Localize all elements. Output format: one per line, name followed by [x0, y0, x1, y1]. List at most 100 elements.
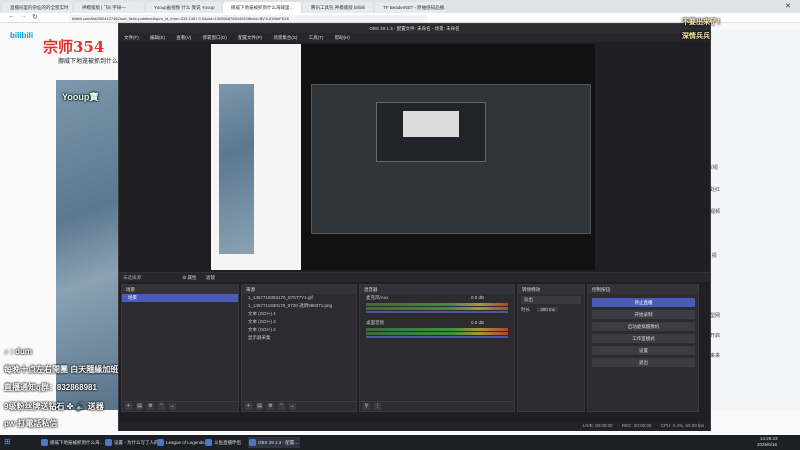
volume-slider[interactable] [366, 336, 508, 338]
stop-streaming-button[interactable]: 停止直播 [592, 298, 695, 307]
browser-tab[interactable]: 直播间里的杂仙的的全程实时 [2, 2, 72, 13]
overlay-top-right-2: 深情兵兵 [682, 33, 710, 40]
down-icon[interactable]: ⌄ [169, 403, 176, 410]
source-item-label: 文本 (GDI+) 2 [248, 327, 276, 332]
sources-dock-title: 来源 [242, 285, 356, 294]
sources-dock: 来源 1_1467719393170_07ST7Y1.gif 1_1467711… [241, 284, 357, 412]
forward-icon[interactable]: → [20, 13, 27, 20]
preview-video-thumb [219, 84, 254, 254]
taskbar-item[interactable]: 设置 - 为什么写了人的… [104, 437, 163, 448]
channel-overlay-logo: 宗师354 [43, 38, 105, 56]
obs-status-bar: LIVE: 00:00:00 REC: 00:00:00 CPU: 0.4%, … [119, 421, 710, 431]
virtual-camera-button[interactable]: 启动虚拟摄像机 [592, 322, 695, 331]
properties-button[interactable]: ⚙ 属性 [182, 275, 196, 280]
transition-duration: 时长 300 ms [518, 306, 584, 314]
scene-item[interactable]: 场景 [122, 294, 238, 302]
menu-help[interactable]: 帮助(H) [335, 35, 350, 40]
controls-dock: 控制按钮 停止直播 开始录制 启动虚拟摄像机 工作室模式 设置 退出 [587, 284, 699, 412]
source-item[interactable]: 文本 (GDI+) 2 [242, 326, 356, 334]
overlay-notice: 直播通知q群：832868981 [4, 383, 97, 392]
taskbar-item-active[interactable]: OBS 29.1.3 - 配置… [248, 437, 300, 448]
no-source-selected-label: 未选择源 [123, 275, 141, 280]
menu-docks[interactable]: 停靠窗口(D) [203, 35, 227, 40]
volume-slider[interactable] [366, 311, 508, 313]
transition-select[interactable]: 淡出 [521, 296, 581, 304]
gear-icon[interactable]: ⚙ [267, 403, 274, 410]
up-icon[interactable]: ⌃ [278, 403, 285, 410]
mixer-db-value: 0.0 dB [470, 295, 484, 300]
back-icon[interactable]: ← [8, 13, 15, 20]
scenes-dock: 场景 场景 + ▤ ⚙ ⌃ ⌄ [121, 284, 239, 412]
address-bar-row: ← → ↻ bilibili.com/list/4524127462sort_f… [0, 13, 800, 23]
menu-view[interactable]: 查看(V) [176, 35, 191, 40]
transitions-dock: 转场特效 淡出 时长 300 ms [517, 284, 585, 412]
settings-button[interactable]: 设置 [592, 346, 695, 355]
filters-button[interactable]: 滤镜 [206, 275, 215, 280]
source-item[interactable]: 文本 (GDI+) 3 [242, 318, 356, 326]
cpu-fps: CPU: 0.4%, 60.00 fps [660, 423, 704, 428]
mixer-channel-label: 麦克风/Aux 0.0 dB [366, 295, 484, 300]
link-icon[interactable]: ⚲ [363, 403, 370, 410]
exit-button[interactable]: 退出 [592, 358, 695, 367]
source-item-label: 1_1467711930170_0720-透明998371.png [248, 303, 332, 308]
url-input[interactable]: bilibili.com/list/4524127462sort_field=p… [68, 15, 428, 22]
audio-meter [366, 303, 508, 306]
menu-tools[interactable]: 工具(T) [309, 35, 324, 40]
obs-menu-bar: 文件(F) 编辑(E) 查看(V) 停靠窗口(D) 配置文件(P) 场景集合(S… [119, 33, 710, 42]
browser-tab[interactable]: TF BeaderNET - 原抽感知品播… [375, 2, 445, 13]
overlay-tiktok: ♪ : dum [4, 347, 32, 356]
down-icon[interactable]: ⌄ [289, 403, 296, 410]
browser-tab[interactable]: 腾讯工具包 神模版版 bilibili [303, 2, 373, 13]
studio-mode-button[interactable]: 工作室模式 [592, 334, 695, 343]
menu-edit[interactable]: 编辑(E) [150, 35, 165, 40]
menu-file[interactable]: 文件(F) [124, 35, 139, 40]
duration-input[interactable]: 300 ms [537, 307, 559, 312]
overlay-pw: pw 打電話私信 [4, 419, 58, 428]
source-item-label: 显示器采集 [248, 335, 271, 340]
menu-profile[interactable]: 配置文件(P) [238, 35, 262, 40]
overlay-top-right: 不要出來了！ [682, 19, 724, 26]
scenes-toolbar: + ▤ ⚙ ⌃ ⌄ [122, 401, 238, 411]
transitions-dock-title: 转场特效 [518, 285, 584, 294]
bilibili-logo[interactable]: bilibili [10, 31, 33, 40]
nested-obs-capture-3 [401, 109, 461, 139]
browser-tab[interactable]: Yooup画视频 什么 我说 Yooup [146, 2, 221, 13]
source-item[interactable]: 文本 (GDI+) 4 [242, 310, 356, 318]
up-icon[interactable]: ⌃ [158, 403, 165, 410]
source-item[interactable]: 1_1467719393170_07ST7Y1.gif [242, 294, 356, 302]
rec-timer: REC: 00:00:00 [621, 423, 652, 428]
menu-icon[interactable]: ⋮ [374, 403, 381, 410]
trash-icon[interactable]: ▤ [256, 403, 263, 410]
audio-meter [366, 332, 508, 335]
browser-tab-active[interactable]: 挪威下地笼被抓到什么海域里… [223, 2, 301, 13]
add-icon[interactable]: + [125, 403, 132, 410]
clock-time: 14:28:23 [760, 436, 778, 441]
menu-scene-collection[interactable]: 场景集合(S) [273, 35, 297, 40]
browser-tab-strip: 直播间里的杂仙的的全程实时 神模版版 | 飞ili 宇研一 Yooup画视频 什… [0, 0, 800, 13]
mixer-dock-title: 混音器 [360, 285, 514, 294]
mixer-channel-label: 桌面音频 0.0 dB [366, 320, 484, 325]
mixer-dock: 混音器 麦克风/Aux 0.0 dB 桌面音频 0.0 dB ⚲ ⋮ [359, 284, 515, 412]
source-item[interactable]: 显示器采集 [242, 334, 356, 342]
close-icon[interactable]: ✕ [785, 2, 791, 10]
windows-start-icon[interactable]: ⊞ [4, 437, 11, 446]
add-icon[interactable]: + [245, 403, 252, 410]
clock-date: 2025/6/16 [757, 442, 778, 447]
trash-icon[interactable]: ▤ [136, 403, 143, 410]
browser-tab[interactable]: 神模版版 | 飞ili 宇研一 [74, 2, 144, 13]
live-timer: LIVE: 00:00:00 [582, 423, 613, 428]
start-recording-button[interactable]: 开始录制 [592, 310, 695, 319]
reload-icon[interactable]: ↻ [32, 13, 38, 21]
audio-meter [366, 328, 508, 331]
taskbar-item[interactable]: 挪威下地笼被抓到什么海… [40, 437, 104, 448]
obs-title-bar: OBS 29.1.3 - 配置文件: 未命名 - 场景: 未命名 [119, 24, 710, 33]
overlay-fans: 9级粉丝牌送钻石 ✤ 🔊 送器 [4, 402, 104, 411]
taskbar-item[interactable]: League of Legends [156, 437, 205, 448]
source-item-label: 文本 (GDI+) 4 [248, 311, 276, 316]
filter-icon[interactable]: ⚙ [147, 403, 154, 410]
taskbar-item[interactable]: 斗鱼直播伴侣 [204, 437, 246, 448]
overlay-schedule: 每晚十点左右開團 白天隨緣加班 [4, 365, 119, 374]
source-item[interactable]: 1_1467711930170_0720-透明998371.png [242, 302, 356, 310]
obs-preview[interactable] [211, 44, 595, 270]
taskbar: ⊞ 挪威下地笼被抓到什么海… 设置 - 为什么写了人的… League of L… [0, 435, 800, 450]
